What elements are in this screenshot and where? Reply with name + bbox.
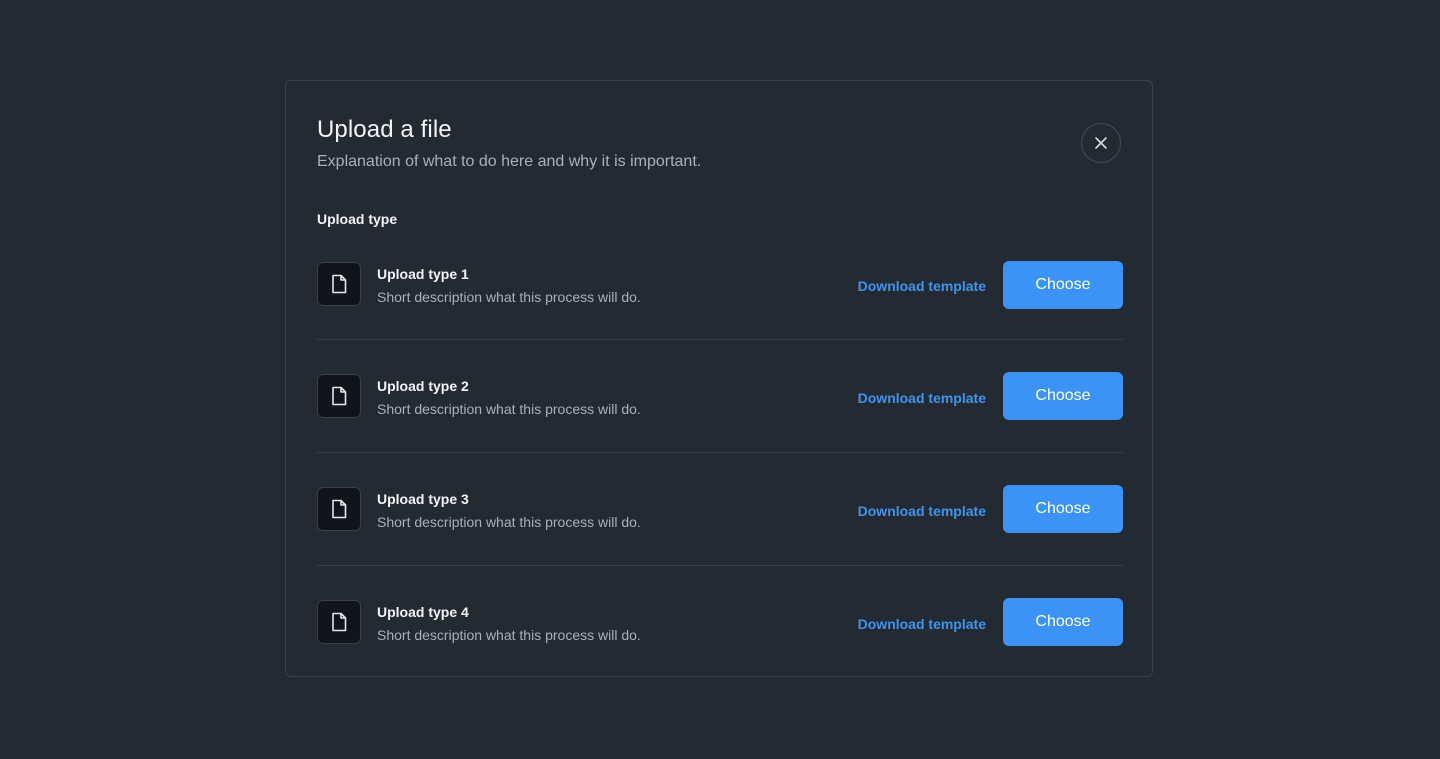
- upload-type-title: Upload type 2: [377, 378, 469, 394]
- upload-type-title: Upload type 4: [377, 604, 469, 620]
- upload-type-row: Upload type 3 Short description what thi…: [317, 452, 1123, 565]
- upload-type-description: Short description what this process will…: [377, 401, 641, 417]
- modal-subtitle: Explanation of what to do here and why i…: [317, 153, 702, 170]
- upload-type-row: Upload type 4 Short description what thi…: [317, 565, 1123, 678]
- upload-type-description: Short description what this process will…: [377, 627, 641, 643]
- choose-button[interactable]: Choose: [1003, 485, 1123, 533]
- upload-type-title: Upload type 3: [377, 491, 469, 507]
- upload-type-description: Short description what this process will…: [377, 289, 641, 305]
- download-template-link[interactable]: Download template: [858, 502, 986, 520]
- modal-header: Upload a file Explanation of what to do …: [317, 115, 701, 173]
- download-template-link[interactable]: Download template: [858, 615, 986, 633]
- document-icon: [317, 600, 361, 644]
- upload-type-row: Upload type 1 Short description what thi…: [317, 227, 1123, 339]
- upload-type-text: Upload type 3 Short description what thi…: [377, 490, 641, 531]
- upload-type-text: Upload type 4 Short description what thi…: [377, 603, 641, 644]
- close-icon: [1095, 137, 1107, 149]
- upload-type-text: Upload type 2 Short description what thi…: [377, 377, 641, 418]
- upload-type-text: Upload type 1 Short description what thi…: [377, 265, 641, 306]
- upload-type-list: Upload type 1 Short description what thi…: [317, 227, 1123, 678]
- choose-button[interactable]: Choose: [1003, 372, 1123, 420]
- document-icon: [317, 374, 361, 418]
- page-backdrop: Upload a file Explanation of what to do …: [0, 0, 1440, 759]
- choose-button[interactable]: Choose: [1003, 261, 1123, 309]
- download-template-link[interactable]: Download template: [858, 277, 986, 295]
- download-template-link[interactable]: Download template: [858, 389, 986, 407]
- upload-modal: Upload a file Explanation of what to do …: [285, 80, 1153, 677]
- upload-type-description: Short description what this process will…: [377, 514, 641, 530]
- choose-button[interactable]: Choose: [1003, 598, 1123, 646]
- upload-type-title: Upload type 1: [377, 266, 469, 282]
- modal-title: Upload a file: [317, 116, 452, 143]
- section-label: Upload type: [317, 211, 398, 227]
- document-icon: [317, 262, 361, 306]
- close-button[interactable]: [1081, 123, 1121, 163]
- upload-type-row: Upload type 2 Short description what thi…: [317, 339, 1123, 452]
- document-icon: [317, 487, 361, 531]
